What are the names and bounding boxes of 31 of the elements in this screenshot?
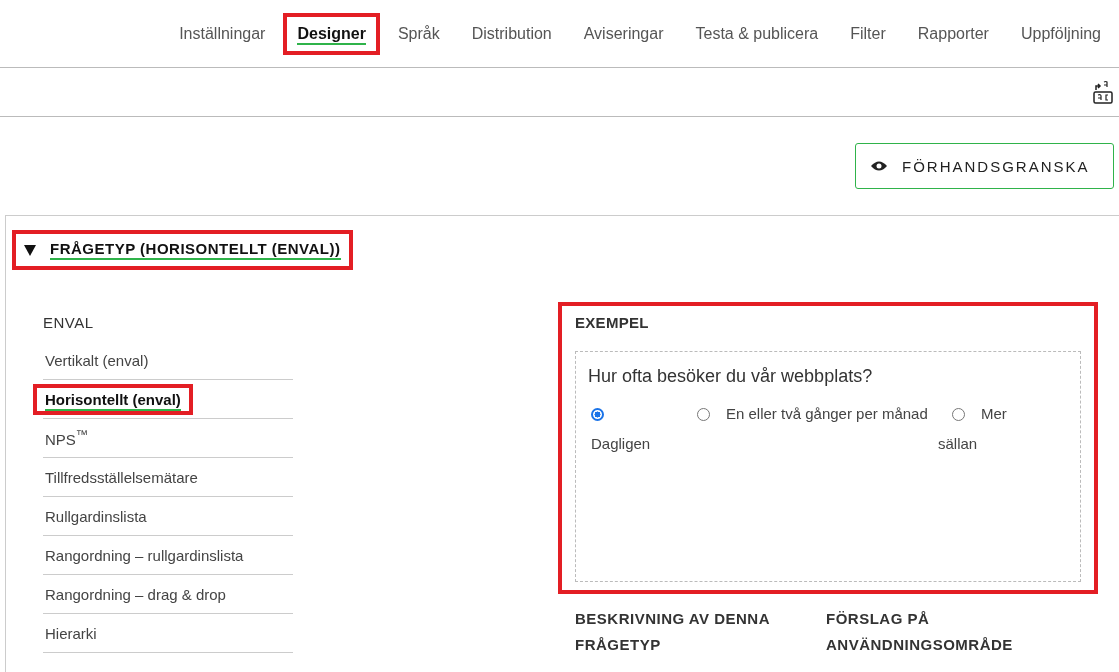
question-text: Hur ofta besöker du vår webbplats?	[588, 366, 874, 387]
nav-tab[interactable]: Uppföljning	[1006, 12, 1115, 55]
nav-tab[interactable]: Rapporter	[903, 12, 1003, 55]
question-type-item[interactable]: Rullgardinslista	[33, 500, 159, 532]
question-type-item[interactable]: Rangordning – drag & drop	[33, 578, 238, 610]
nav-tab[interactable]: Aviseringar	[569, 12, 678, 55]
caret-icon	[24, 244, 36, 256]
nav-tab[interactable]: Designer	[283, 12, 380, 55]
question-type-item[interactable]: NPS$^{™}$	[33, 421, 101, 455]
eye-icon	[870, 160, 888, 172]
nav-tab[interactable]: Språk	[383, 12, 454, 55]
example-heading: EXEMPEL	[575, 314, 650, 331]
radio-button[interactable]	[591, 408, 604, 421]
question-type-item[interactable]: Rangordning – rullgardinslista	[33, 539, 256, 571]
question-type-item[interactable]: Vertikalt (enval)	[33, 344, 161, 376]
nav-tab[interactable]: Testa & publicera	[681, 12, 833, 55]
description-heading: BESKRIVNING AV DENNA FRÅGETYP	[575, 609, 771, 655]
section-toggle[interactable]: FRÅGETYP (HORISONTELLT (ENVAL))	[12, 230, 353, 270]
nav-tab[interactable]: Inställningar	[165, 12, 280, 55]
text-replace-icon[interactable]	[1091, 80, 1113, 104]
radio-option[interactable]: Dagligen	[588, 399, 683, 459]
preview-button[interactable]: FÖRHANDSGRANSKA	[855, 143, 1114, 189]
nav-tab[interactable]: Distribution	[457, 12, 566, 55]
usage-heading: FÖRSLAG PÅ ANVÄNDNINGSOMRÅDE	[826, 609, 1014, 655]
question-type-item[interactable]: Hierarki	[33, 617, 109, 649]
radio-option[interactable]: En eller två gånger per månad	[683, 399, 938, 459]
category-heading: ENVAL	[43, 313, 95, 333]
question-type-item[interactable]: Horisontellt (enval)	[33, 383, 193, 415]
question-type-item[interactable]: Tillfredsställelsemätare	[33, 461, 210, 493]
radio-option[interactable]: Mer sällan	[938, 399, 1018, 459]
nav-tab[interactable]: Filter	[836, 12, 900, 55]
